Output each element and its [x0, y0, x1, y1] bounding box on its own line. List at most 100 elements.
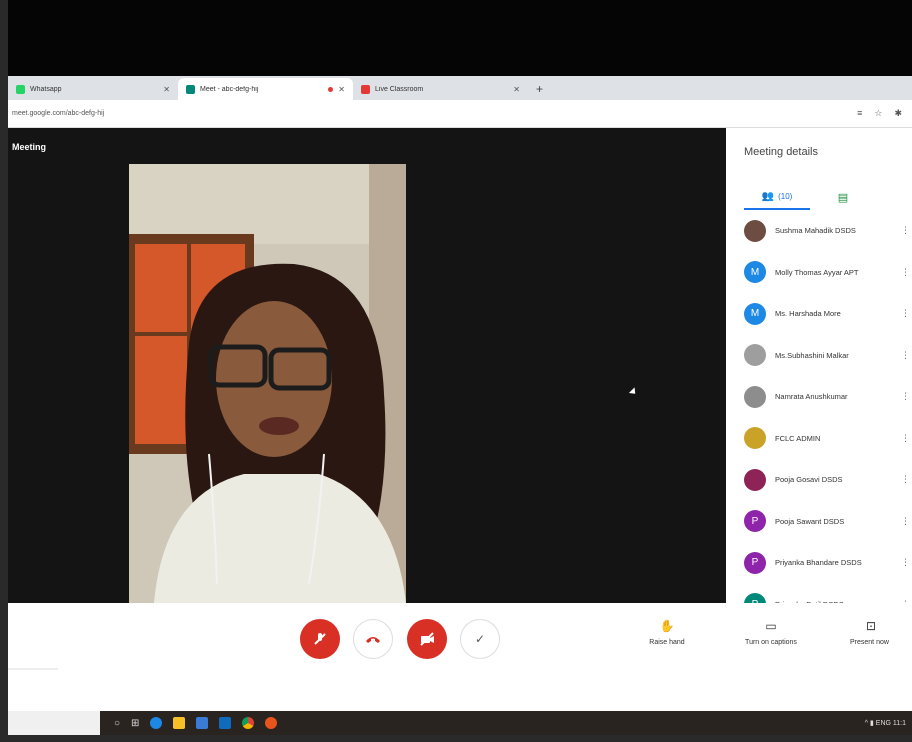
mic-off-icon — [314, 633, 326, 645]
participant-row[interactable]: P Pooja Sawant DSDS ⋮ — [726, 501, 912, 543]
meeting-title: Meeting — [12, 142, 47, 152]
participant-name: Sushma Mahadik DSDS — [775, 226, 856, 236]
check-button[interactable]: ✓ — [460, 619, 500, 659]
participant-name: Namrata Anushkumar — [775, 392, 848, 402]
youtube-icon — [361, 84, 370, 94]
avatar — [744, 468, 766, 491]
participant-row[interactable]: Sushma Mahadik DSDS ⋮ — [726, 210, 912, 252]
more-options-icon[interactable]: ⋮ — [901, 225, 910, 236]
star-icon[interactable]: ☆ — [874, 108, 882, 119]
avatar — [744, 344, 766, 367]
app-icon[interactable] — [265, 717, 278, 729]
extensions-icon[interactable]: ✱ — [894, 108, 902, 119]
camera-off-button[interactable] — [407, 619, 447, 659]
tab-people[interactable]: 👥 (10) — [744, 184, 810, 210]
chrome-icon[interactable] — [242, 717, 255, 729]
taskbar-search-box[interactable] — [8, 711, 100, 735]
search-icon[interactable]: ○ — [114, 718, 120, 729]
more-options-icon[interactable]: ⋮ — [901, 391, 910, 402]
people-count: (10) — [778, 191, 793, 201]
present-icon: ⊡ — [866, 619, 877, 633]
screen-bezel — [0, 0, 8, 742]
tab-title: Whatsapp — [30, 85, 62, 93]
participant-name: Ms.Subhashini Malkar — [775, 350, 849, 360]
participant-name: Pooja Gosavi DSDS — [775, 475, 843, 485]
mic-off-button[interactable] — [300, 619, 340, 659]
edge-icon[interactable] — [150, 717, 163, 729]
recording-dot-icon — [328, 86, 334, 92]
close-icon[interactable]: ✕ — [163, 85, 170, 94]
more-options-icon[interactable]: ⋮ — [901, 433, 910, 444]
avatar — [744, 385, 766, 408]
participant-name: Molly Thomas Ayyar APT — [775, 267, 859, 277]
captions-label: Turn on captions — [745, 639, 797, 646]
chat-icon: ▤ — [837, 191, 849, 204]
avatar: M — [744, 261, 766, 284]
participant-name: Pooja Sawant DSDS — [775, 516, 845, 526]
present-now-button[interactable]: ⊡ Present now — [834, 619, 912, 646]
participant-name: Priyanka Bhandare DSDS — [775, 558, 862, 568]
participant-row[interactable]: FCLC ADMIN ⋮ — [726, 418, 912, 460]
participant-row[interactable]: Namrata Anushkumar ⋮ — [726, 376, 912, 418]
participant-row[interactable]: M Molly Thomas Ayyar APT ⋮ — [726, 252, 912, 294]
more-options-icon[interactable]: ⋮ — [901, 557, 910, 568]
meeting-controls-bar: ✓ ✋ Raise hand ▭ Turn on captions ⊡ Pres… — [8, 603, 912, 711]
task-view-icon[interactable]: ⊞ — [131, 718, 139, 729]
new-tab-button[interactable]: + — [528, 78, 551, 100]
browser-tab-whatsapp[interactable]: Whatsapp ✕ — [8, 78, 178, 100]
cast-icon[interactable]: ≡ — [857, 108, 862, 119]
participant-video[interactable] — [129, 164, 406, 603]
participant-row[interactable]: Ms.Subhashini Malkar ⋮ — [726, 335, 912, 377]
leave-call-button[interactable] — [353, 619, 393, 659]
participant-name: Ms. Harshada More — [775, 309, 841, 319]
tab-chat[interactable]: ▤ — [810, 184, 876, 210]
participant-name: FCLC ADMIN — [775, 433, 821, 443]
screen-bezel-bottom — [0, 735, 912, 742]
address-bar: meet.google.com/abc-defg-hij ≡ ☆ ✱ — [8, 100, 912, 128]
hangup-icon — [366, 637, 380, 643]
people-icon: 👥 — [761, 190, 775, 202]
more-options-icon[interactable]: ⋮ — [901, 474, 910, 485]
meeting-stage: Meeting — [8, 128, 726, 603]
more-options-icon[interactable]: ⋮ — [901, 267, 910, 278]
file-explorer-icon[interactable] — [173, 717, 186, 729]
captions-button[interactable]: ▭ Turn on captions — [726, 619, 816, 646]
more-options-icon[interactable]: ⋮ — [901, 516, 910, 527]
mouse-cursor — [628, 387, 639, 397]
os-taskbar: ○ ⊞ ^ ▮ ENG 11:1 — [8, 711, 912, 735]
avatar: M — [744, 302, 766, 325]
meet-icon — [186, 84, 195, 94]
participant-list: Sushma Mahadik DSDS ⋮ M Molly Thomas Ayyar … — [726, 210, 912, 603]
url-field[interactable]: meet.google.com/abc-defg-hij — [8, 110, 857, 117]
avatar: P — [744, 593, 766, 603]
participant-row[interactable]: Pooja Gosavi DSDS ⋮ — [726, 459, 912, 501]
more-options-icon[interactable]: ⋮ — [901, 350, 910, 361]
tab-title: Live Classroom — [375, 85, 424, 93]
close-icon[interactable]: ✕ — [513, 85, 520, 94]
system-tray[interactable]: ^ ▮ ENG 11:1 — [865, 719, 906, 727]
screen-top-black — [0, 0, 912, 76]
avatar — [744, 427, 766, 450]
browser-tab-meet[interactable]: Meet - abc-defg-hij ✕ — [178, 78, 353, 100]
camera-off-icon — [420, 632, 434, 646]
raise-hand-button[interactable]: ✋ Raise hand — [622, 619, 712, 646]
whatsapp-icon — [16, 84, 25, 94]
divider — [8, 668, 58, 670]
participant-row[interactable]: M Ms. Harshada More ⋮ — [726, 293, 912, 335]
mail-icon[interactable] — [219, 717, 232, 729]
raise-hand-label: Raise hand — [649, 639, 685, 646]
meeting-details-panel: Meeting details 👥 (10) ▤ Sushma Mahadik … — [726, 128, 912, 603]
close-icon[interactable]: ✕ — [338, 85, 345, 94]
panel-tabs: 👥 (10) ▤ — [726, 184, 912, 210]
tab-title: Meet - abc-defg-hij — [200, 85, 259, 93]
store-icon[interactable] — [196, 717, 209, 729]
participant-row[interactable]: P Priyanka Bhandare DSDS ⋮ — [726, 542, 912, 584]
panel-title: Meeting details — [744, 146, 818, 158]
avatar: P — [744, 510, 766, 533]
check-icon: ✓ — [474, 632, 486, 646]
hand-icon: ✋ — [659, 619, 675, 633]
participant-row[interactable]: PPriyanka Patil DSDS⋮ — [726, 584, 912, 603]
browser-tab-youtube[interactable]: Live Classroom ✕ — [353, 78, 528, 100]
present-label: Present now — [850, 639, 889, 646]
more-options-icon[interactable]: ⋮ — [901, 308, 910, 319]
